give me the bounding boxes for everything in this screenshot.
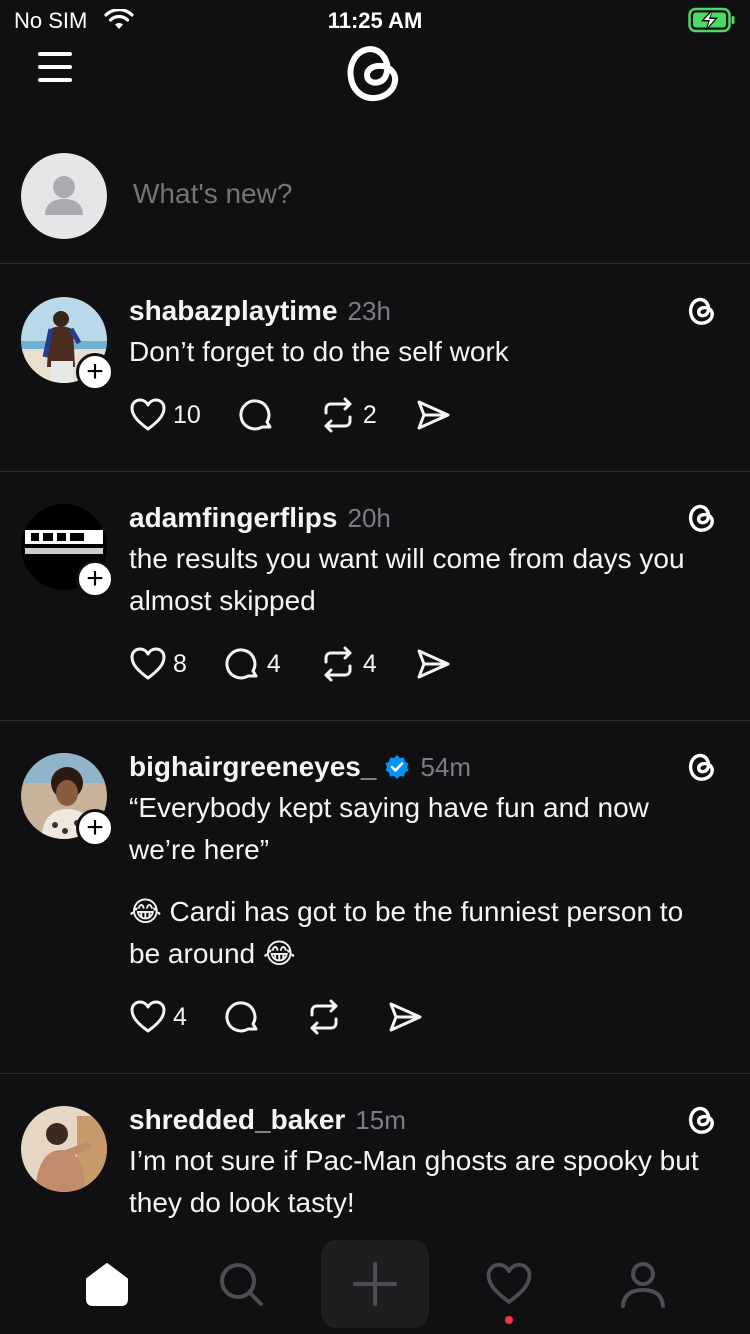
- post-text: 😂 Cardi has got to be the funniest perso…: [129, 896, 684, 969]
- tab-home[interactable]: [57, 1236, 157, 1332]
- post-time: 15m: [355, 1104, 406, 1135]
- comment-button[interactable]: [225, 999, 267, 1035]
- comment-icon: [225, 1001, 258, 1033]
- username[interactable]: adamfingerflips: [129, 502, 337, 534]
- comment-icon: [225, 648, 258, 680]
- avatar[interactable]: [21, 1106, 107, 1192]
- heart-icon: [130, 647, 166, 680]
- share-button[interactable]: [387, 999, 423, 1035]
- username[interactable]: shabazplaytime: [129, 295, 338, 327]
- user-avatar[interactable]: [21, 153, 107, 239]
- notification-dot: [505, 1316, 513, 1324]
- post-time: 23h: [347, 295, 391, 326]
- comment-icon: [239, 399, 272, 431]
- post[interactable]: + adamfingerflips 20h the results you wa…: [0, 472, 750, 721]
- tab-bar: [0, 1236, 750, 1334]
- send-icon: [417, 649, 450, 679]
- tab-activity[interactable]: [459, 1236, 559, 1332]
- post-text: Don’t forget to do the self work: [129, 336, 509, 367]
- post-time: 20h: [347, 502, 391, 533]
- heart-icon: [486, 1262, 532, 1304]
- top-nav: [0, 40, 750, 110]
- comment-button[interactable]: [239, 397, 281, 433]
- follow-button[interactable]: +: [76, 560, 114, 598]
- repost-icon: [310, 999, 338, 1035]
- home-icon: [86, 1263, 128, 1306]
- tab-profile[interactable]: [593, 1236, 693, 1332]
- tab-new-post[interactable]: [321, 1240, 429, 1328]
- feed[interactable]: + shabazplaytime 23h Don’t forget to do …: [0, 265, 750, 1235]
- whats-new-input[interactable]: [133, 178, 693, 210]
- post[interactable]: shredded_baker 15m I’m not sure if Pac-M…: [0, 1074, 750, 1224]
- threads-icon[interactable]: [686, 502, 718, 539]
- like-count: 10: [173, 400, 201, 429]
- heart-icon: [130, 1000, 166, 1033]
- comment-button[interactable]: 4: [225, 646, 281, 682]
- threads-icon[interactable]: [686, 1104, 718, 1141]
- post-text: I’m not sure if Pac-Man ghosts are spook…: [129, 1145, 699, 1218]
- plus-icon: [353, 1262, 397, 1306]
- heart-icon: [130, 398, 166, 431]
- post[interactable]: + bighairgreeneyes_ 54m “Everybody kept …: [0, 721, 750, 1074]
- username[interactable]: shredded_baker: [129, 1104, 345, 1136]
- follow-button[interactable]: +: [76, 353, 114, 391]
- search-icon: [220, 1263, 263, 1306]
- post[interactable]: + shabazplaytime 23h Don’t forget to do …: [0, 265, 750, 472]
- like-count: 4: [173, 1002, 187, 1031]
- comment-count: 4: [266, 649, 281, 678]
- status-bar: No SIM 11:25 AM: [0, 0, 750, 40]
- send-icon: [417, 400, 450, 430]
- menu-button[interactable]: [36, 52, 76, 86]
- post-text: “Everybody kept saying have fun and now …: [129, 792, 649, 865]
- threads-logo-icon[interactable]: [341, 40, 407, 111]
- repost-icon: [324, 397, 352, 433]
- menu-icon: [38, 52, 72, 56]
- profile-icon: [621, 1262, 665, 1308]
- post-time: 54m: [420, 751, 472, 782]
- like-count: 8: [173, 649, 187, 678]
- share-button[interactable]: [415, 397, 451, 433]
- threads-icon[interactable]: [686, 751, 718, 788]
- send-icon: [389, 1002, 422, 1032]
- repost-button[interactable]: 2: [319, 397, 377, 433]
- repost-count: 2: [362, 400, 377, 429]
- follow-button[interactable]: +: [76, 809, 114, 847]
- repost-button[interactable]: 4: [319, 646, 377, 682]
- repost-count: 4: [362, 649, 377, 678]
- menu-icon-line: [38, 65, 72, 69]
- repost-button[interactable]: [305, 999, 349, 1035]
- like-button[interactable]: 8: [129, 646, 187, 682]
- composer: [0, 150, 750, 264]
- repost-icon: [324, 646, 352, 682]
- verified-badge-icon: [384, 754, 410, 780]
- like-button[interactable]: 4: [129, 999, 187, 1035]
- like-button[interactable]: 10: [129, 397, 201, 433]
- share-button[interactable]: [415, 646, 451, 682]
- battery-charging-icon: [688, 7, 736, 38]
- threads-icon[interactable]: [686, 295, 718, 332]
- menu-icon-line: [38, 78, 72, 82]
- post-text: the results you want will come from days…: [129, 543, 685, 616]
- username[interactable]: bighairgreeneyes_: [129, 751, 376, 783]
- clock: 11:25 AM: [327, 8, 423, 33]
- tab-search[interactable]: [191, 1236, 291, 1332]
